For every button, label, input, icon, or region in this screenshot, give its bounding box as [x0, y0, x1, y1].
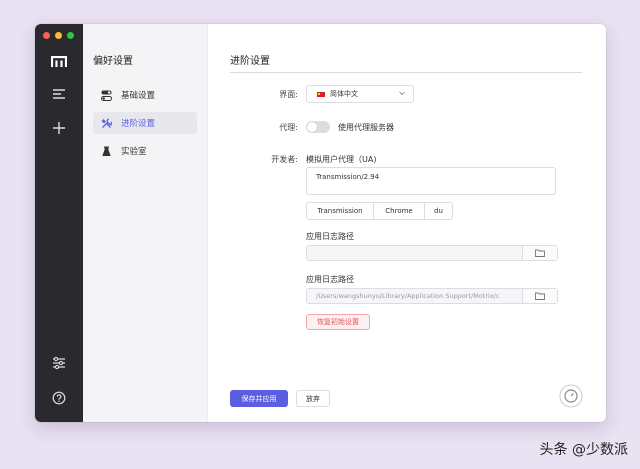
log-path-value-2: /Users/wangshunyu/Library/Application Su… [316, 292, 500, 300]
speedometer-icon[interactable] [559, 384, 583, 408]
toggle-knob [307, 122, 317, 132]
save-apply-button[interactable]: 保存并应用 [230, 390, 288, 407]
proxy-label: 代理: [279, 123, 298, 132]
help-icon[interactable] [47, 386, 71, 410]
sidebar-item-advanced[interactable]: 进阶设置 [93, 112, 197, 134]
title-divider [230, 72, 582, 73]
log-path-input-1[interactable] [306, 245, 558, 261]
flask-icon [99, 144, 113, 158]
dock-bar [35, 24, 83, 422]
language-value: 简体中文 [330, 90, 358, 98]
sidebar-item-basic[interactable]: 基础设置 [93, 84, 197, 106]
developer-label: 开发者: [271, 155, 298, 164]
chevron-down-icon [398, 89, 406, 99]
ua-preset-transmission-button[interactable]: Transmission [306, 202, 374, 220]
app-window: 偏好设置 基础设置 进阶设置 实验室 进阶设置 界面: 简体中文 代理: 使用代… [35, 24, 606, 422]
log-path-label-2: 应用日志路径 [306, 275, 354, 284]
china-flag-icon [317, 91, 325, 97]
toggle-icon [99, 88, 113, 102]
page-title: 进阶设置 [230, 56, 270, 67]
reset-defaults-button[interactable]: 恢复初始设置 [306, 314, 370, 330]
log-path-label-1: 应用日志路径 [306, 232, 354, 241]
folder-icon[interactable] [522, 289, 557, 303]
plus-icon[interactable] [47, 116, 71, 140]
sidebar-item-label: 实验室 [121, 147, 147, 157]
sidebar-title: 偏好设置 [93, 56, 133, 67]
discard-button[interactable]: 放弃 [296, 390, 330, 407]
sidebar-item-label: 进阶设置 [121, 119, 156, 129]
ua-preset-du-button[interactable]: du [424, 202, 453, 220]
sliders-icon[interactable] [47, 351, 71, 375]
sidebar-item-label: 基础设置 [121, 91, 156, 101]
minimize-window-button[interactable] [55, 32, 62, 39]
menu-icon[interactable] [47, 82, 71, 106]
user-agent-label: 模拟用户代理（UA) [306, 155, 377, 164]
proxy-text: 使用代理服务器 [338, 123, 394, 132]
window-controls [43, 32, 74, 39]
user-agent-input[interactable]: Transmission/2.94 [306, 167, 556, 195]
proxy-toggle[interactable] [306, 121, 330, 133]
interface-label: 界面: [279, 90, 298, 99]
language-select[interactable]: 简体中文 [306, 85, 414, 103]
preferences-sidebar: 偏好设置 基础设置 进阶设置 实验室 [83, 24, 208, 422]
zoom-window-button[interactable] [67, 32, 74, 39]
tools-icon [99, 116, 113, 130]
log-path-input-2[interactable]: /Users/wangshunyu/Library/Application Su… [306, 288, 558, 304]
watermark-text: 头条 @少数派 [539, 442, 628, 458]
ua-preset-group: Transmission Chrome du [306, 202, 453, 220]
motrix-logo-icon [47, 50, 71, 74]
ua-preset-chrome-button[interactable]: Chrome [373, 202, 425, 220]
folder-icon[interactable] [522, 246, 557, 260]
settings-panel: 进阶设置 界面: 简体中文 代理: 使用代理服务器 开发者: 模拟用户代理（UA… [208, 24, 606, 422]
close-window-button[interactable] [43, 32, 50, 39]
sidebar-item-lab[interactable]: 实验室 [93, 140, 197, 162]
